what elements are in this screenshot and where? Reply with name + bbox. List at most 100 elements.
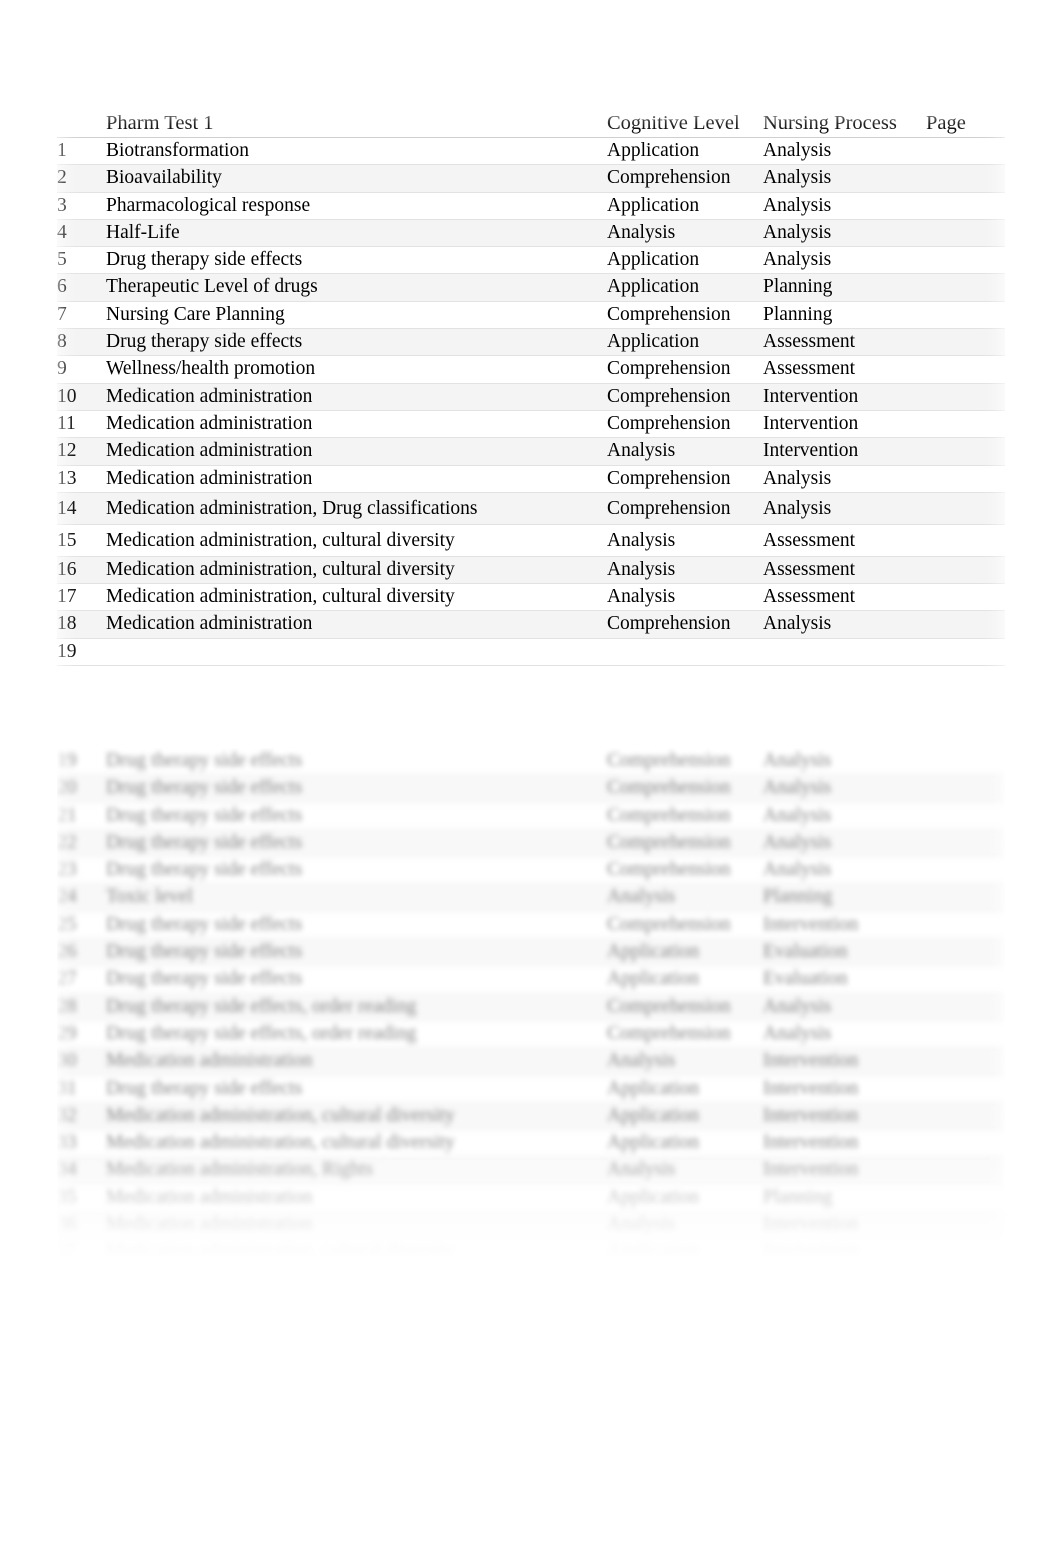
row-topic: Toxic level xyxy=(103,883,605,912)
row-cognitive-level: Comprehension xyxy=(605,465,760,493)
row-number: 20 xyxy=(57,774,103,803)
row-nursing-process: Analysis xyxy=(760,492,923,525)
row-cognitive-level: Comprehension xyxy=(605,383,760,411)
table-row: 2 Bioavailability Comprehension Analysis xyxy=(57,164,1005,193)
row-topic: Medication administration, cultural dive… xyxy=(103,583,605,612)
table-row: 36 Medication administration Analysis Inter… xyxy=(57,1211,1005,1240)
row-cognitive-level: Application xyxy=(605,1102,760,1131)
row-cognitive-level: Comprehension xyxy=(605,610,760,639)
table-row: 3 Pharmacological response Application A… xyxy=(57,192,1005,220)
row-page xyxy=(923,1211,1005,1240)
row-number: 27 xyxy=(57,965,103,994)
row-nursing-process: Planning xyxy=(760,273,923,302)
row-topic: Drug therapy side effects xyxy=(103,829,605,858)
row-number: 26 xyxy=(57,938,103,967)
row-page xyxy=(923,1184,1005,1213)
table-row: 11 Medication administration Comprehensi… xyxy=(57,410,1005,439)
row-number: 13 xyxy=(57,465,103,493)
row-page xyxy=(923,938,1005,967)
row-nursing-process: Analysis xyxy=(760,164,923,193)
row-cognitive-level: Analysis xyxy=(605,219,760,248)
row-page xyxy=(923,355,1005,384)
row-topic: Drug therapy side effects xyxy=(103,748,605,776)
row-nursing-process: Intervention xyxy=(760,410,923,439)
document-body: Pharm Test 1 Cognitive Level Nursing Pro… xyxy=(57,110,1005,667)
row-topic: Medication administration, cultural dive… xyxy=(103,1129,605,1158)
row-number: 5 xyxy=(57,246,103,275)
row-page xyxy=(923,1129,1005,1158)
row-number: 17 xyxy=(57,583,103,612)
row-topic: Drug therapy side effects xyxy=(103,856,605,885)
row-cognitive-level: Comprehension xyxy=(605,748,760,776)
row-cognitive-level: Application xyxy=(605,965,760,994)
row-topic: Drug therapy side effects xyxy=(103,938,605,967)
row-page xyxy=(923,1020,1005,1049)
row-nursing-process: Intervention xyxy=(760,1211,923,1240)
table-row: 24 Toxic level Analysis Planning xyxy=(57,883,1005,912)
row-cognitive-level: Comprehension xyxy=(605,492,760,525)
table-row: 1 Biotransformation Application Analysis xyxy=(57,137,1005,166)
row-cognitive-level: Comprehension xyxy=(605,829,760,858)
row-cognitive-level: Application xyxy=(605,273,760,302)
row-topic: Nursing Care Planning xyxy=(103,301,605,330)
header-title: Pharm Test 1 xyxy=(103,110,605,138)
row-topic: Drug therapy side effects, order reading xyxy=(103,1020,605,1049)
row-page xyxy=(923,583,1005,612)
row-number: 14 xyxy=(57,492,103,525)
row-page xyxy=(923,219,1005,248)
row-cognitive-level: Comprehension xyxy=(605,911,760,940)
table-row: 13 Medication administration Comprehensi… xyxy=(57,465,1005,493)
row-topic: Medication administration, Rights xyxy=(103,1156,605,1185)
row-nursing-process: Analysis xyxy=(760,829,923,858)
table-row: 25 Drug therapy side effects Comprehension… xyxy=(57,911,1005,940)
table-row: 9 Wellness/health promotion Comprehensio… xyxy=(57,355,1005,384)
row-number: 9 xyxy=(57,355,103,384)
row-topic: Drug therapy side effects xyxy=(103,1075,605,1103)
row-topic: Drug therapy side effects xyxy=(103,774,605,803)
row-topic xyxy=(103,638,605,667)
row-topic: Medication administration xyxy=(103,610,605,639)
row-page xyxy=(923,856,1005,885)
row-cognitive-level: Comprehension xyxy=(605,993,760,1021)
row-topic: Medication administration xyxy=(103,437,605,466)
blurred-rows-table: 19 Drug therapy side effects Comprehension… xyxy=(57,748,1005,1256)
row-page xyxy=(923,437,1005,466)
row-cognitive-level: Application xyxy=(605,938,760,967)
table-row: 8 Drug therapy side effects Application … xyxy=(57,328,1005,357)
row-page xyxy=(923,524,1005,557)
table-row: 14 Medication administration, Drug class… xyxy=(57,492,1005,525)
row-page xyxy=(923,610,1005,639)
row-number: 10 xyxy=(57,383,103,411)
row-cognitive-level: Analysis xyxy=(605,1156,760,1185)
header-cognitive-level: Cognitive Level xyxy=(605,110,760,138)
row-cognitive-level: Application xyxy=(605,328,760,357)
row-topic: Medication administration, cultural dive… xyxy=(103,1238,605,1256)
table-row: 34 Medication administration, Rights Analy… xyxy=(57,1156,1005,1185)
row-nursing-process: Analysis xyxy=(760,465,923,493)
row-cognitive-level: Application xyxy=(605,192,760,220)
row-nursing-process: Assessment xyxy=(760,355,923,384)
row-page xyxy=(923,748,1005,776)
row-cognitive-level: Comprehension xyxy=(605,1020,760,1049)
row-topic: Medication administration xyxy=(103,1047,605,1076)
row-topic: Medication administration xyxy=(103,1211,605,1240)
table-row: 30 Medication administration Analysis Inter… xyxy=(57,1047,1005,1076)
row-number: 24 xyxy=(57,883,103,912)
table-row: 6 Therapeutic Level of drugs Application… xyxy=(57,273,1005,302)
table-row: 20 Drug therapy side effects Comprehension… xyxy=(57,774,1005,803)
row-number: 28 xyxy=(57,993,103,1021)
table-row: 26 Drug therapy side effects Application Ev… xyxy=(57,938,1005,967)
table-row: 4 Half-Life Analysis Analysis xyxy=(57,219,1005,248)
row-nursing-process: Planning xyxy=(760,1184,923,1213)
row-page xyxy=(923,556,1005,585)
table-row: 33 Medication administration, cultural di… xyxy=(57,1129,1005,1158)
row-page xyxy=(923,328,1005,357)
row-page xyxy=(923,410,1005,439)
table-row: 31 Drug therapy side effects Application In… xyxy=(57,1075,1005,1103)
row-page xyxy=(923,192,1005,220)
row-topic: Drug therapy side effects xyxy=(103,328,605,357)
row-number: 35 xyxy=(57,1184,103,1213)
row-cognitive-level: Analysis xyxy=(605,556,760,585)
row-nursing-process: Analysis xyxy=(760,856,923,885)
row-cognitive-level: Comprehension xyxy=(605,856,760,885)
